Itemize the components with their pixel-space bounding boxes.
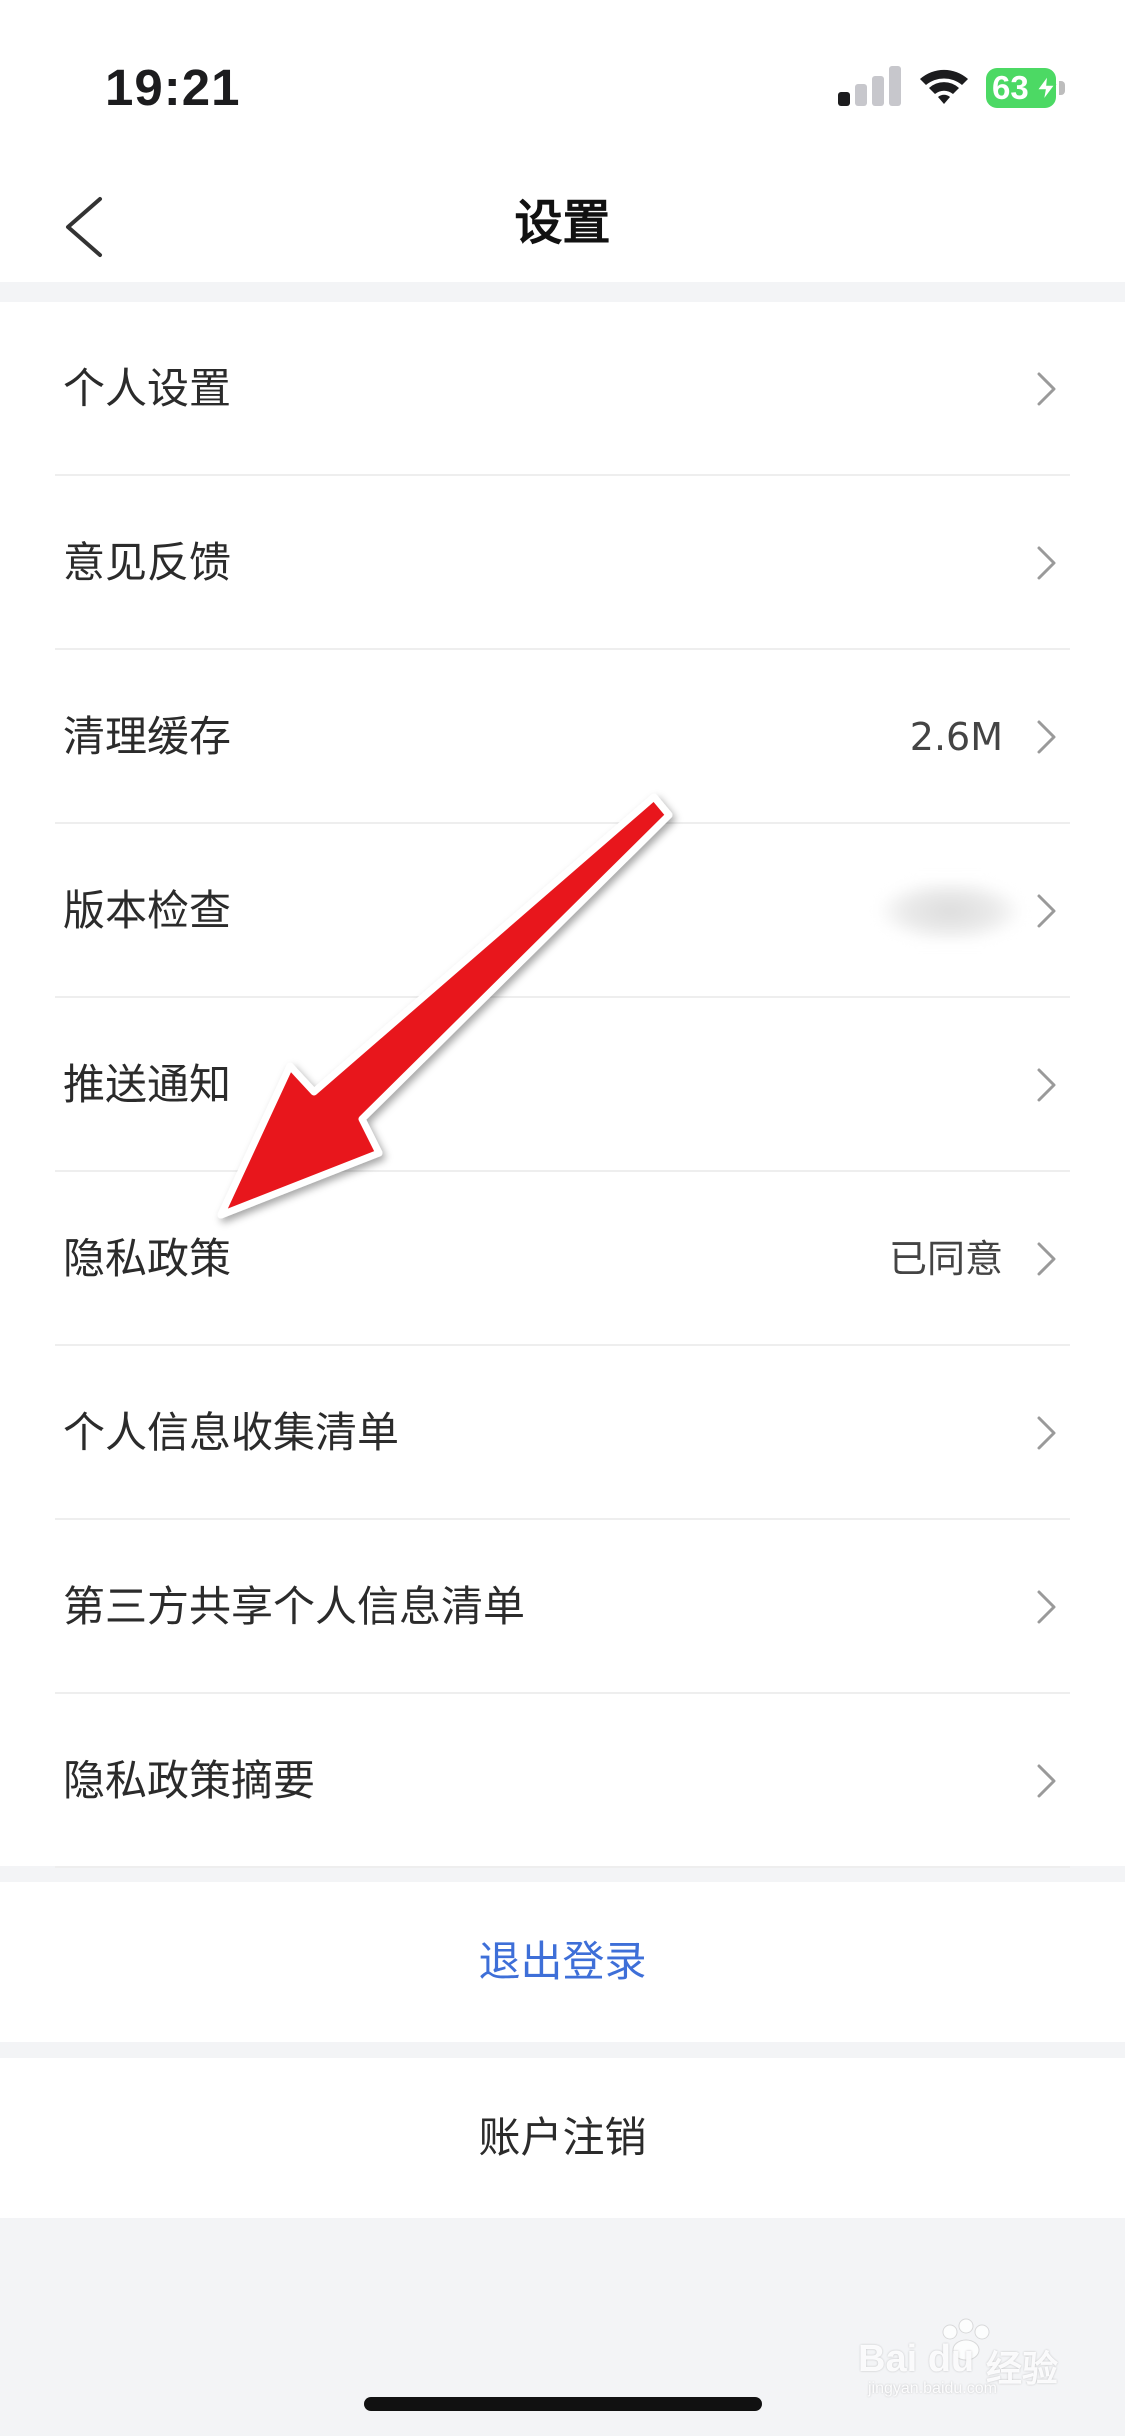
chevron-right-icon bbox=[1037, 720, 1056, 754]
settings-row-version-check[interactable]: 版本检查 bbox=[0, 824, 1125, 998]
cache-size: 2.6M bbox=[909, 715, 1003, 759]
nav-bar: 设置 bbox=[0, 165, 1125, 282]
chevron-right-icon bbox=[1037, 1764, 1056, 1798]
charging-bolt-icon bbox=[1035, 74, 1057, 102]
version-value-obscured bbox=[880, 881, 1020, 941]
cancel-account-button[interactable]: 账户注销 bbox=[0, 2058, 1125, 2218]
row-label: 个人信息收集清单 bbox=[63, 1408, 400, 1457]
logout-label: 退出登录 bbox=[478, 1937, 647, 1986]
cancel-account-label: 账户注销 bbox=[478, 2113, 647, 2162]
row-label: 隐私政策 bbox=[63, 1234, 232, 1283]
settings-row-third-party-sharing[interactable]: 第三方共享个人信息清单 bbox=[0, 1520, 1125, 1694]
row-label: 意见反馈 bbox=[63, 538, 232, 587]
chevron-left-icon bbox=[66, 197, 102, 257]
chevron-right-icon bbox=[1037, 1416, 1056, 1450]
row-label: 推送通知 bbox=[63, 1060, 232, 1109]
status-time: 19:21 bbox=[105, 59, 241, 116]
status-bar: 19:21 63 bbox=[0, 0, 1125, 165]
battery-cap bbox=[1059, 81, 1065, 95]
settings-row-personal[interactable]: 个人设置 bbox=[0, 302, 1125, 476]
back-button[interactable] bbox=[50, 177, 130, 267]
chevron-right-icon bbox=[1037, 1068, 1056, 1102]
settings-list: 个人设置 意见反馈 清理缓存 2.6M 版本检查 推送通知 隐私政策 已同意 个… bbox=[0, 302, 1125, 1868]
divider bbox=[55, 1866, 1070, 1868]
settings-row-push-notification[interactable]: 推送通知 bbox=[0, 998, 1125, 1172]
row-label: 第三方共享个人信息清单 bbox=[63, 1582, 526, 1631]
privacy-status: 已同意 bbox=[888, 1237, 1003, 1281]
page-title: 设置 bbox=[514, 195, 611, 251]
logout-button[interactable]: 退出登录 bbox=[0, 1882, 1125, 2042]
settings-row-feedback[interactable]: 意见反馈 bbox=[0, 476, 1125, 650]
row-label: 版本检查 bbox=[63, 886, 232, 935]
chevron-right-icon bbox=[1037, 546, 1056, 580]
watermark-brand: Bai du bbox=[858, 2338, 975, 2380]
chevron-right-icon bbox=[1037, 372, 1056, 406]
row-label: 个人设置 bbox=[63, 364, 232, 413]
battery-icon: 63 bbox=[986, 68, 1066, 108]
chevron-right-icon bbox=[1037, 1242, 1056, 1276]
settings-row-privacy-summary[interactable]: 隐私政策摘要 bbox=[0, 1694, 1125, 1868]
wifi-icon bbox=[920, 69, 968, 104]
baidu-jingyan-watermark: Bai du 经验 jingyan.baidu.com bbox=[858, 2318, 1088, 2398]
settings-row-info-collection-list[interactable]: 个人信息收集清单 bbox=[0, 1346, 1125, 1520]
row-label: 清理缓存 bbox=[63, 712, 232, 761]
watermark-url: jingyan.baidu.com bbox=[868, 2380, 997, 2397]
chevron-right-icon bbox=[1037, 1590, 1056, 1624]
signal-icon bbox=[838, 66, 902, 106]
settings-row-privacy-policy[interactable]: 隐私政策 已同意 bbox=[0, 1172, 1125, 1346]
chevron-right-icon bbox=[1037, 894, 1056, 928]
row-label: 隐私政策摘要 bbox=[63, 1756, 316, 1805]
settings-row-clear-cache[interactable]: 清理缓存 2.6M bbox=[0, 650, 1125, 824]
home-indicator[interactable] bbox=[364, 2397, 762, 2411]
